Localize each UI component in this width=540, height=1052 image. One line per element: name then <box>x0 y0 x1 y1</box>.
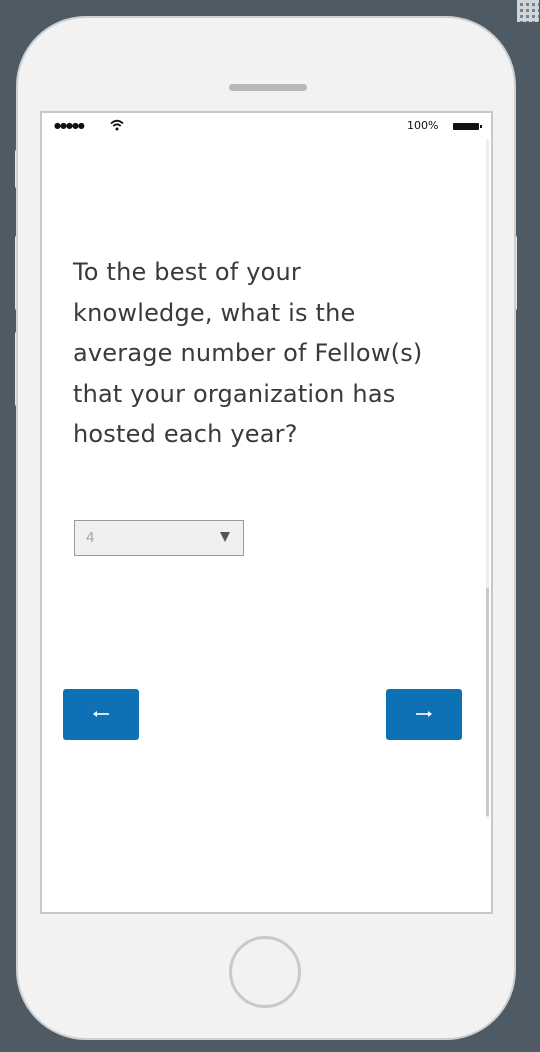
home-button[interactable] <box>229 936 301 1008</box>
answer-select[interactable]: 4 <box>74 520 244 556</box>
wifi-icon <box>110 119 124 131</box>
speaker-grille <box>229 84 307 91</box>
battery-icon <box>453 123 482 130</box>
chevron-down-icon <box>220 532 230 542</box>
qr-code-icon <box>517 0 539 22</box>
signal-icon: ●●●●● <box>54 121 85 130</box>
scrollbar-thumb[interactable] <box>486 588 489 816</box>
question-text: To the best of your knowledge, what is t… <box>73 258 423 448</box>
back-button[interactable] <box>63 689 139 740</box>
selected-value: 4 <box>86 529 95 546</box>
phone-screen: ●●●●● 100% To the best of your knowledge… <box>40 111 493 914</box>
status-bar: ●●●●● 100% <box>42 113 491 137</box>
arrow-left-icon <box>93 711 109 717</box>
battery-percent: 100% <box>407 119 439 132</box>
arrow-right-icon <box>416 711 432 717</box>
next-button[interactable] <box>386 689 462 740</box>
